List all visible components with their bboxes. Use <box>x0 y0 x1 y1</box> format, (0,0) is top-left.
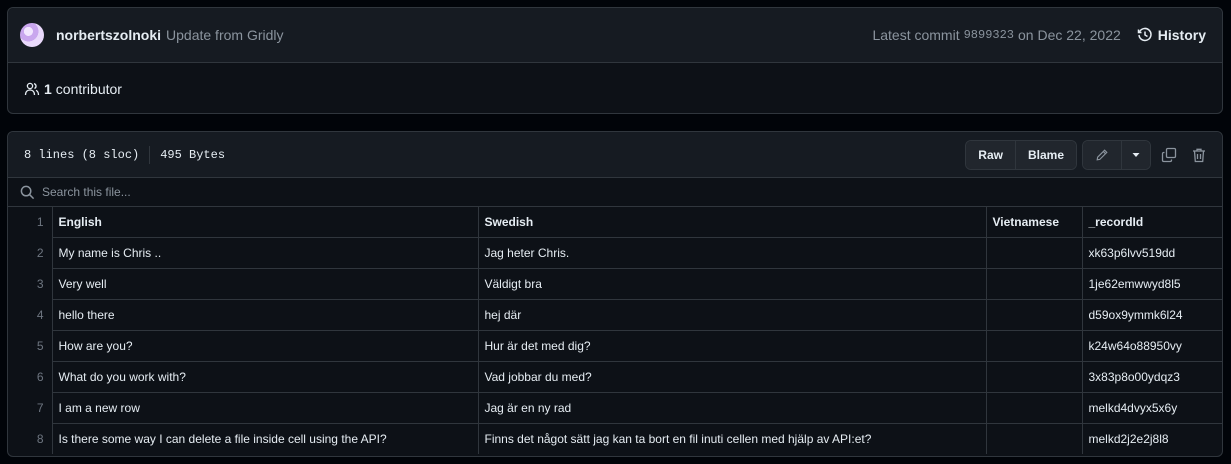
pencil-icon <box>1096 148 1108 161</box>
contributor-count: 1 <box>44 81 52 97</box>
search-row[interactable]: Search this file... <box>8 178 1222 207</box>
table-row: 2 My name is Chris .. Jag heter Chris. xk63… <box>8 237 1222 269</box>
table-cell <box>985 237 1083 269</box>
trash-icon <box>1193 148 1205 162</box>
line-number[interactable]: 3 <box>8 268 53 300</box>
commit-row: norbertszolnoki Update from Gridly Lates… <box>8 8 1222 63</box>
line-number[interactable]: 1 <box>8 207 53 238</box>
latest-commit-label: Latest commit <box>872 27 960 43</box>
table-row: 3 Very well Väldigt bra 1je62emwwyd8l5 <box>8 268 1222 300</box>
table-cell <box>985 299 1083 331</box>
people-icon <box>24 82 40 96</box>
line-number[interactable]: 7 <box>8 392 53 424</box>
table-row: 8 Is there some way I can delete a file i… <box>8 423 1222 454</box>
blame-button[interactable]: Blame <box>1014 140 1076 169</box>
file-size: 495 Bytes <box>160 147 226 162</box>
edit-dropdown-button[interactable] <box>1121 140 1150 169</box>
raw-button[interactable]: Raw <box>966 140 1015 169</box>
table-cell: How are you? <box>51 330 479 362</box>
table-row: 5 How are you? Hur är det med dig? k24w64o8… <box>8 330 1222 362</box>
table-cell: 1je62emwwyd8l5 <box>1081 268 1222 300</box>
table-cell: What do you work with? <box>51 361 479 393</box>
history-icon <box>1137 27 1152 42</box>
line-number[interactable]: 2 <box>8 237 53 269</box>
line-number[interactable]: 5 <box>8 330 53 362</box>
table-cell: melkd4dvyx5x6y <box>1081 392 1222 424</box>
commit-date: on Dec 22, 2022 <box>1018 27 1121 43</box>
header-divider <box>149 145 151 164</box>
avatar[interactable] <box>20 23 44 47</box>
table-header-cell: Swedish <box>477 207 987 238</box>
table-cell: Jag heter Chris. <box>477 237 987 269</box>
table-cell: 3x83p8o00ydqz3 <box>1081 361 1222 393</box>
table-cell: k24w64o88950vy <box>1081 330 1222 362</box>
table-cell <box>985 361 1083 393</box>
line-number[interactable]: 6 <box>8 361 53 393</box>
line-number[interactable]: 4 <box>8 299 53 331</box>
table-header-cell: _recordId <box>1081 207 1222 238</box>
raw-blame-group: Raw Blame <box>965 139 1077 170</box>
table-cell: Very well <box>51 268 479 300</box>
table-cell: melkd2j2e2j8l8 <box>1081 423 1222 454</box>
edit-group <box>1082 139 1151 170</box>
table-cell: Finns det något sätt jag kan ta bort en … <box>477 423 987 454</box>
table-row: 6 What do you work with? Vad jobbar du med… <box>8 361 1222 393</box>
table-header-cell: English <box>51 207 479 238</box>
commit-sha[interactable]: 9899323 <box>964 28 1014 42</box>
file-lines: 8 lines (8 sloc) <box>24 147 140 162</box>
copy-icon <box>1161 147 1177 162</box>
caret-down-icon <box>1132 152 1140 157</box>
commit-author[interactable]: norbertszolnoki <box>56 27 161 43</box>
table-row: 7I am a new row Jag är en ny rad melkd4dvy… <box>8 392 1222 424</box>
commit-message[interactable]: Update from Gridly <box>166 27 283 43</box>
table-cell: Hur är det med dig? <box>477 330 987 362</box>
contributors-row[interactable]: 1 contributor <box>8 63 1222 115</box>
search-icon <box>20 185 35 199</box>
table-cell <box>985 330 1083 362</box>
table-cell: xk63p6lvv519dd <box>1081 237 1222 269</box>
search-input[interactable]: Search this file... <box>42 185 131 199</box>
table-cell <box>985 392 1083 424</box>
copy-button[interactable] <box>1154 141 1184 169</box>
file-box: 8 lines (8 sloc) 495 Bytes Raw Blame Sea… <box>7 131 1223 457</box>
history-label: History <box>1157 27 1206 43</box>
contributor-label: contributor <box>55 81 122 97</box>
table-cell: d59ox9ymmk6l24 <box>1081 299 1222 331</box>
table-header-cell: Vietnamese <box>985 207 1083 238</box>
table-cell: hello there <box>51 299 479 331</box>
table-row: 4 hello there hej där d59ox9ymmk6l24 <box>8 299 1222 331</box>
commit-box: norbertszolnoki Update from Gridly Lates… <box>7 7 1223 114</box>
table-cell <box>985 268 1083 300</box>
table-cell: hej där <box>477 299 987 331</box>
table-cell: Jag är en ny rad <box>477 392 987 424</box>
edit-button[interactable] <box>1083 140 1121 169</box>
delete-button[interactable] <box>1184 141 1214 169</box>
table-header-row: 1 English Swedish Vietnamese _recordId <box>8 207 1222 238</box>
table-cell: Is there some way I can delete a file in… <box>51 423 479 454</box>
table-cell: Vad jobbar du med? <box>477 361 987 393</box>
table-cell <box>985 423 1083 454</box>
history-button[interactable]: History <box>1137 27 1206 43</box>
csv-table: 1 English Swedish Vietnamese _recordId 2 My na… <box>8 207 1222 454</box>
file-header: 8 lines (8 sloc) 495 Bytes Raw Blame <box>8 132 1222 178</box>
table-cell: My name is Chris .. <box>51 237 479 269</box>
table-cell: Väldigt bra <box>477 268 987 300</box>
line-number[interactable]: 8 <box>8 423 53 454</box>
table-cell: I am a new row <box>51 392 479 424</box>
